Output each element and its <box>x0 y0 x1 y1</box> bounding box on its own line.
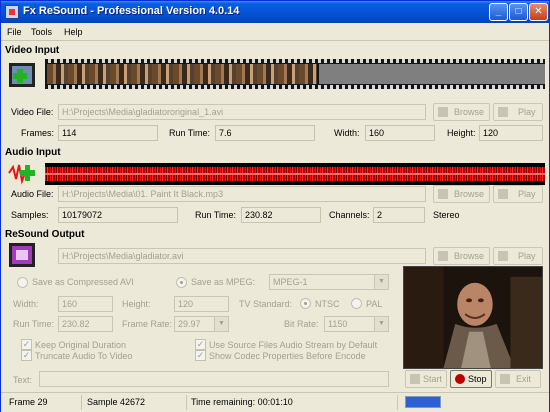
truncate-audio-label: Truncate Audio To Video <box>35 351 133 361</box>
close-button[interactable]: ✕ <box>529 3 548 21</box>
video-thumbnails <box>47 64 317 84</box>
video-runtime-value: 7.6 <box>215 125 315 141</box>
folder-icon <box>438 189 448 199</box>
ntsc-label: NTSC <box>315 299 340 309</box>
folder-icon <box>438 107 448 117</box>
video-filmstrip <box>45 59 545 89</box>
app-icon <box>5 5 19 19</box>
save-mpeg-radio[interactable] <box>176 277 187 288</box>
bitrate-select[interactable]: 1150 ▼ <box>324 316 389 332</box>
minimize-button[interactable]: _ <box>489 3 508 21</box>
menu-tools[interactable]: Tools <box>31 27 52 37</box>
channels-value: 2 <box>373 207 425 223</box>
output-film-icon <box>9 243 35 267</box>
audio-play-button[interactable]: Play <box>493 185 543 203</box>
pal-radio[interactable] <box>351 298 362 309</box>
video-play-button[interactable]: Play <box>493 103 543 121</box>
exit-button[interactable]: Exit <box>495 370 541 388</box>
stereo-label: Stereo <box>433 210 460 220</box>
samples-value: 10179072 <box>58 207 178 223</box>
save-avi-radio[interactable] <box>17 277 28 288</box>
video-height-value: 120 <box>479 125 543 141</box>
status-bar: Frame 29 Sample 42672 Time remaining: 00… <box>1 392 549 412</box>
text-label: Text: <box>13 375 33 385</box>
out-runtime-label: Run Time: <box>13 319 55 329</box>
audio-file-label: Audio File: <box>11 189 54 199</box>
out-height-label: Height: <box>122 299 151 309</box>
add-audio-icon[interactable] <box>7 159 39 187</box>
status-sample: Sample 42672 <box>87 397 146 407</box>
video-file-field[interactable]: H:\Projects\Media\gladiatororiginal_1.av… <box>58 104 426 120</box>
show-codec-label: Show Codec Properties Before Encode <box>209 351 366 361</box>
play-icon <box>498 107 508 117</box>
audio-input-heading: Audio Input <box>5 147 61 158</box>
samples-label: Samples: <box>11 210 49 220</box>
mpeg-format-select[interactable]: MPEG-1 ▼ <box>269 274 389 290</box>
audio-browse-button[interactable]: Browse <box>433 185 490 203</box>
window-title: Fx ReSound - Professional Version 4.0.14 <box>23 5 240 17</box>
channels-label: Channels: <box>329 210 370 220</box>
video-browse-button[interactable]: Browse <box>433 103 490 121</box>
chevron-down-icon: ▼ <box>374 317 388 331</box>
stop-icon <box>455 374 465 384</box>
audio-waveform <box>45 163 545 185</box>
status-frame: Frame 29 <box>9 397 48 407</box>
start-button[interactable]: Start <box>405 370 447 388</box>
show-codec-checkbox[interactable]: ✓ <box>195 350 206 361</box>
save-mpeg-label: Save as MPEG: <box>191 277 256 287</box>
video-runtime-label: Run Time: <box>169 128 211 138</box>
play-icon <box>498 251 508 261</box>
truncate-audio-checkbox[interactable]: ✓ <box>21 350 32 361</box>
add-video-icon[interactable] <box>7 61 39 89</box>
resound-output-heading: ReSound Output <box>5 229 85 240</box>
text-field[interactable] <box>39 371 389 387</box>
folder-icon <box>438 251 448 261</box>
framerate-label: Frame Rate: <box>122 319 173 329</box>
speaker-icon <box>498 189 508 199</box>
exit-icon <box>500 374 510 384</box>
frames-label: Frames: <box>21 128 55 138</box>
output-browse-button[interactable]: Browse <box>433 247 490 265</box>
use-source-stream-checkbox[interactable]: ✓ <box>195 339 206 350</box>
use-source-stream-label: Use Source Files Audio Stream by Default <box>209 340 378 350</box>
audio-file-field[interactable]: H:\Projects\Media\01. Paint It Black.mp3 <box>58 186 426 202</box>
keep-duration-label: Keep Original Duration <box>35 340 127 350</box>
maximize-button[interactable]: □ <box>509 3 528 21</box>
framerate-select[interactable]: 29.97 ▼ <box>174 316 229 332</box>
status-time-remaining: Time remaining: 00:01:10 <box>191 397 293 407</box>
out-width-label: Width: <box>13 299 39 309</box>
pal-label: PAL <box>366 299 383 309</box>
out-height-field[interactable]: 120 <box>174 296 229 312</box>
output-file-field[interactable]: H:\Projects\Media\gladiator.avi <box>58 248 426 264</box>
menu-file[interactable]: File <box>7 27 22 37</box>
video-file-label: Video File: <box>11 107 54 117</box>
chevron-down-icon: ▼ <box>214 317 228 331</box>
menu-help[interactable]: Help <box>64 27 83 37</box>
chevron-down-icon: ▼ <box>374 275 388 289</box>
out-width-field[interactable]: 160 <box>58 296 113 312</box>
start-icon <box>410 374 420 384</box>
video-width-label: Width: <box>334 128 360 138</box>
bitrate-label: Bit Rate: <box>284 319 319 329</box>
out-runtime-field[interactable]: 230.82 <box>58 316 113 332</box>
title-bar[interactable]: Fx ReSound - Professional Version 4.0.14… <box>1 1 549 23</box>
audio-runtime-label: Run Time: <box>195 210 237 220</box>
progress-bar <box>405 396 441 408</box>
keep-duration-checkbox[interactable]: ✓ <box>21 339 32 350</box>
audio-runtime-value: 230.82 <box>241 207 321 223</box>
output-play-button[interactable]: Play <box>493 247 543 265</box>
frames-value: 114 <box>58 125 158 141</box>
app-window: Fx ReSound - Professional Version 4.0.14… <box>0 0 550 412</box>
save-avi-label: Save as Compressed AVI <box>32 277 134 287</box>
menu-bar: File Tools Help <box>1 23 549 41</box>
tv-standard-label: TV Standard: <box>239 299 293 309</box>
stop-button[interactable]: Stop <box>450 370 492 388</box>
video-preview <box>403 266 543 369</box>
video-width-value: 160 <box>365 125 435 141</box>
video-height-label: Height: <box>447 128 476 138</box>
video-input-heading: Video Input <box>5 45 60 56</box>
ntsc-radio[interactable] <box>300 298 311 309</box>
